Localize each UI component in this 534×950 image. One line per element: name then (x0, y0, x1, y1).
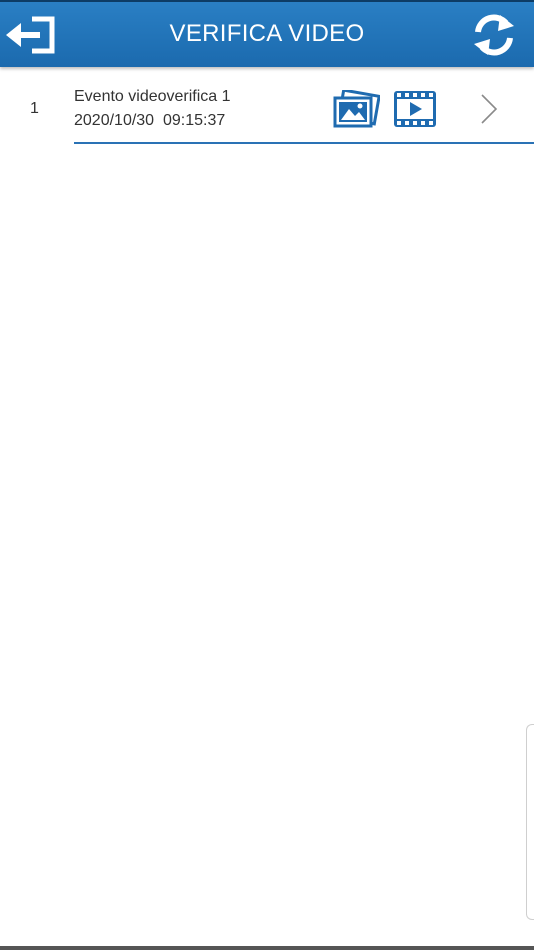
list-item[interactable]: 1 Evento videoverifica 1 2020/10/30 09:1… (0, 67, 534, 144)
item-title: Evento videoverifica 1 (74, 88, 231, 105)
refresh-button[interactable] (466, 10, 522, 60)
row-divider (74, 142, 534, 144)
video-button[interactable] (392, 89, 438, 129)
photo-gallery-icon (333, 90, 380, 128)
bottom-edge (0, 946, 534, 950)
item-index: 1 (30, 100, 39, 117)
chevron-right-icon (481, 94, 498, 124)
video-film-icon (394, 91, 436, 127)
page-title: VERIFICA VIDEO (169, 20, 365, 47)
side-drawer-handle[interactable] (526, 724, 534, 920)
photo-gallery-button[interactable] (332, 90, 380, 128)
open-event-button[interactable] (478, 92, 500, 126)
event-list: 1 Evento videoverifica 1 2020/10/30 09:1… (0, 67, 534, 144)
app-header: VERIFICA VIDEO (0, 0, 534, 67)
item-datetime: 2020/10/30 09:15:37 (74, 112, 226, 129)
refresh-icon (474, 14, 514, 56)
